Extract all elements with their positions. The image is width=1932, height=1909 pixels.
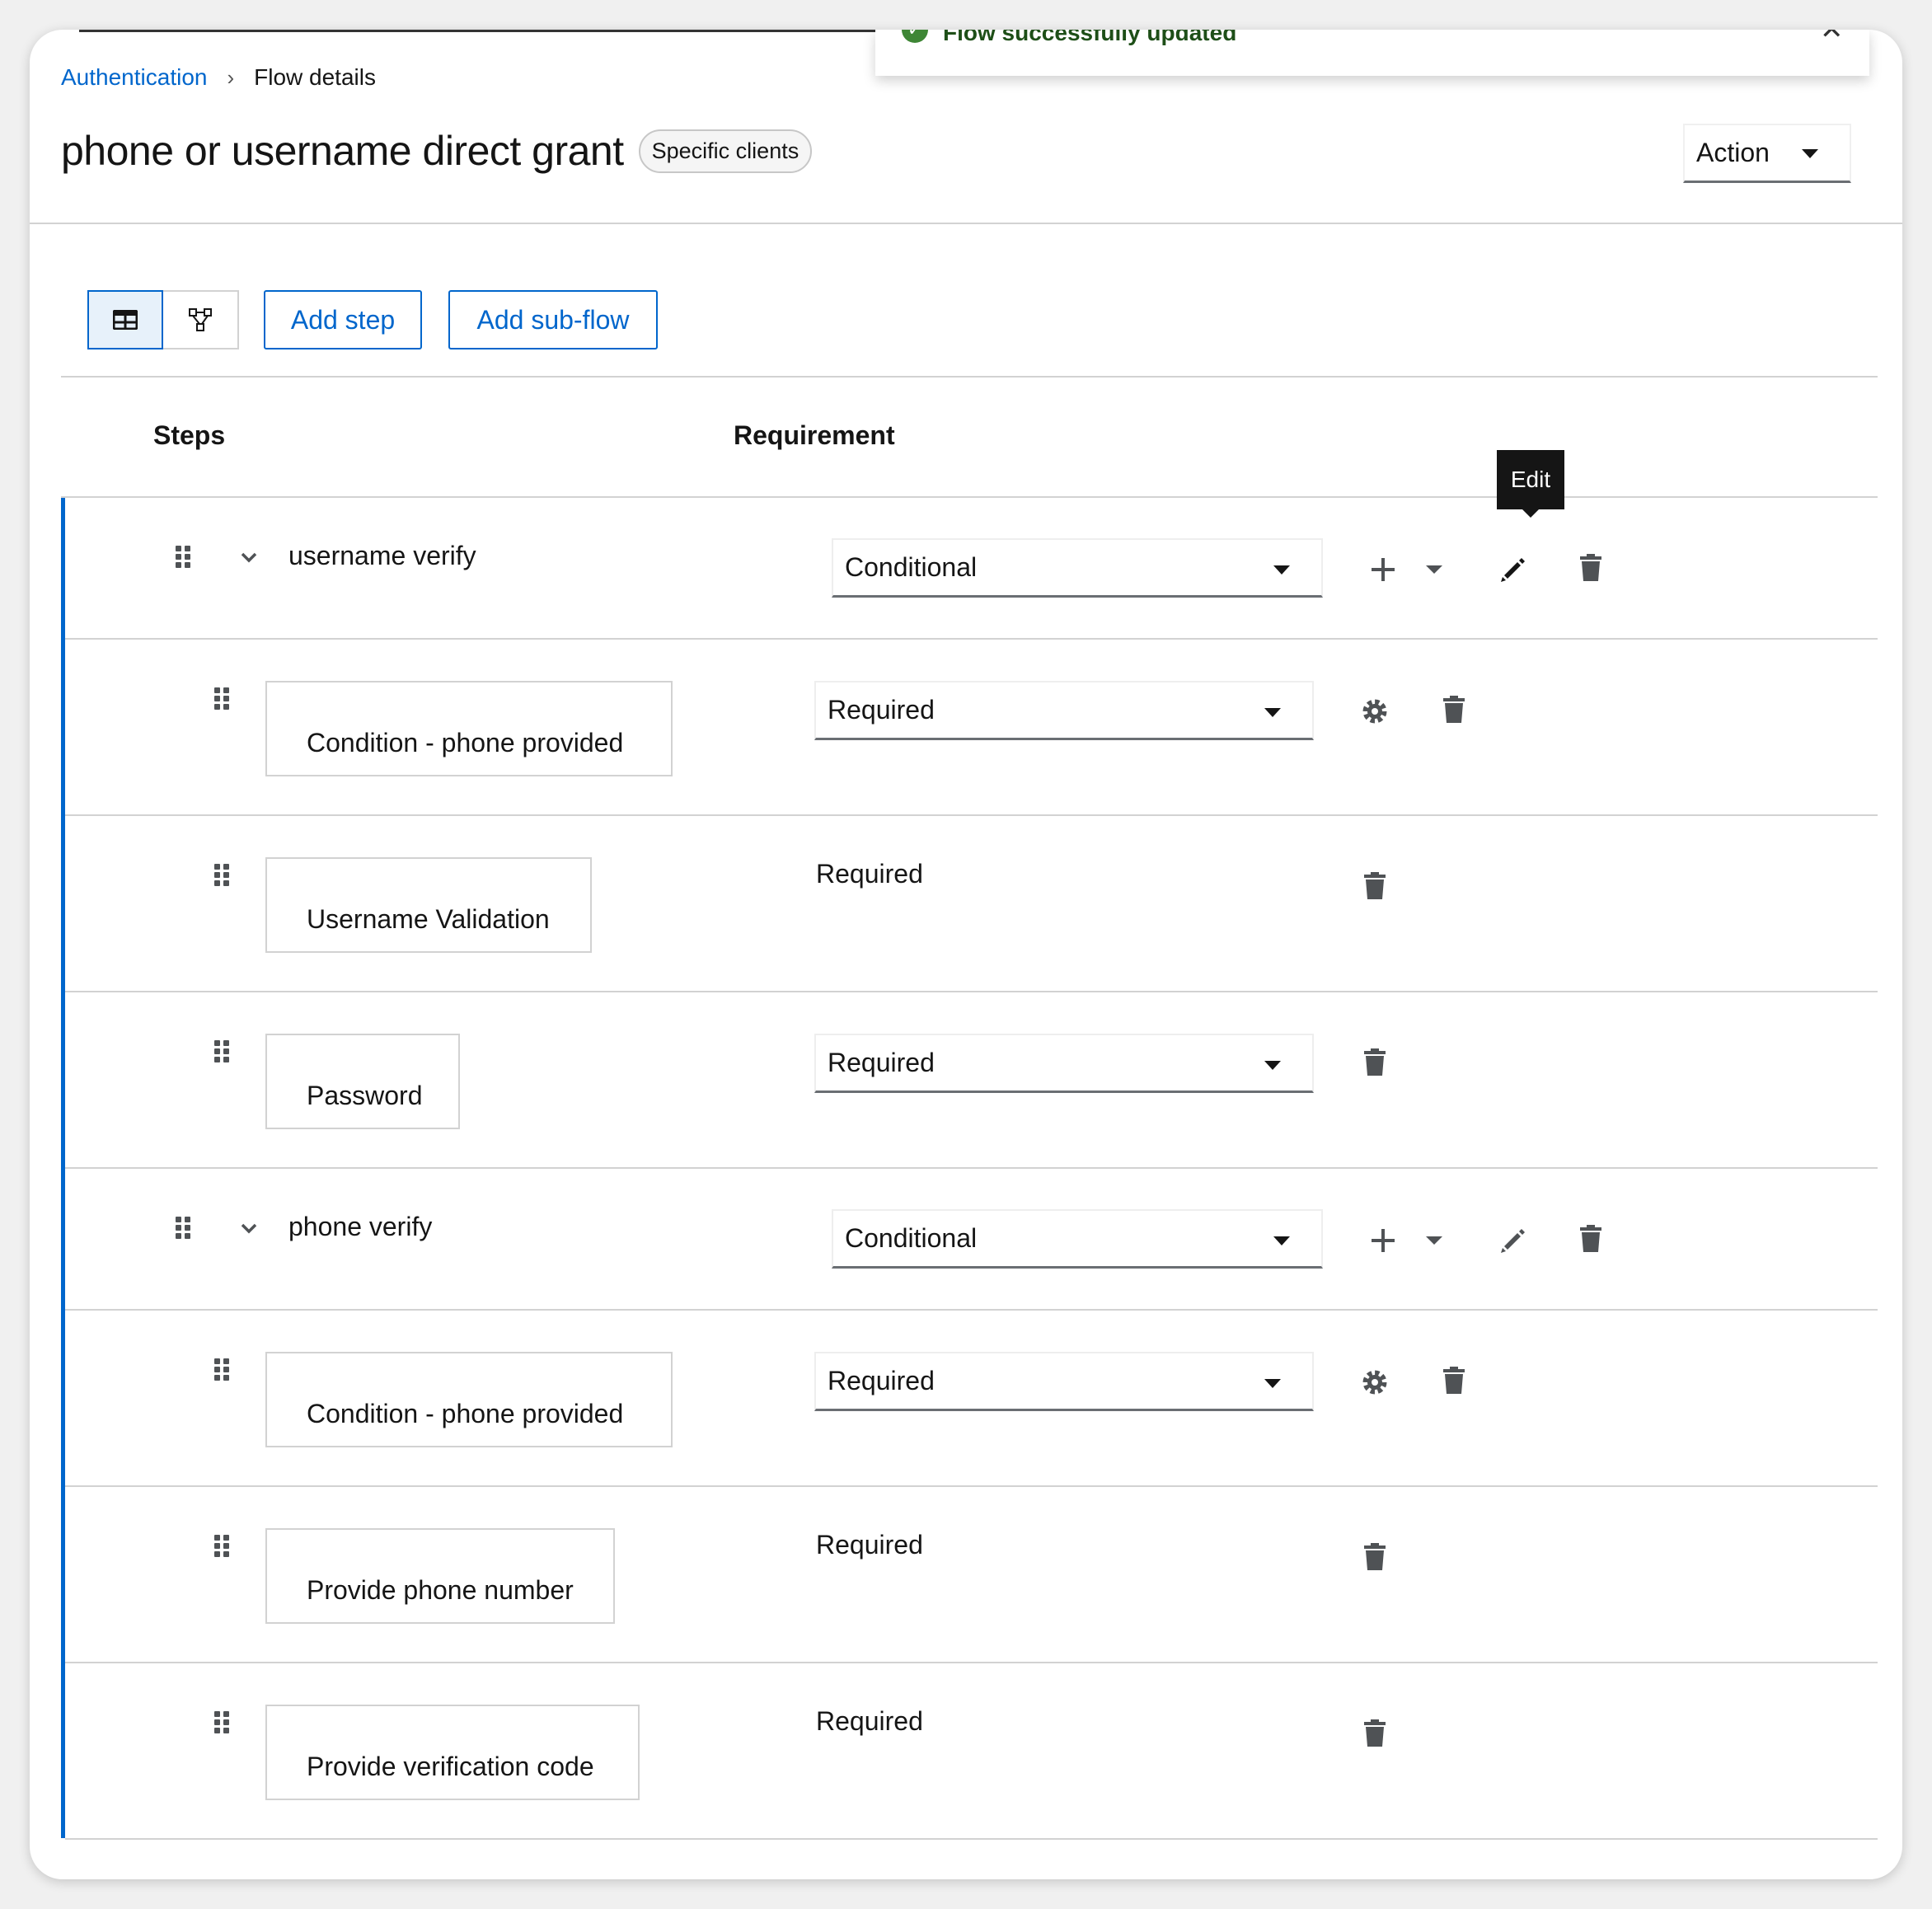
step-name-box: Condition - phone provided xyxy=(265,681,673,776)
requirement-select[interactable]: Conditional xyxy=(832,538,1323,598)
step-name-box: Provide verification code xyxy=(265,1705,640,1800)
trash-icon[interactable] xyxy=(1577,554,1605,582)
trash-icon[interactable] xyxy=(1361,872,1389,900)
drag-handle-icon[interactable] xyxy=(214,1040,231,1063)
step-name: Password xyxy=(307,1081,423,1110)
caret-down-icon xyxy=(1273,1236,1290,1245)
requirement-select[interactable]: Conditional xyxy=(832,1209,1323,1269)
gear-icon[interactable] xyxy=(1361,697,1389,725)
requirement-text: Required xyxy=(816,859,923,889)
toast-message: Flow successfully updated xyxy=(943,30,1237,45)
breadcrumb: Authentication › Flow details xyxy=(61,64,376,91)
flow-details-card: Authentication › Flow details phone or u… xyxy=(30,30,1902,1879)
chevron-down-icon[interactable] xyxy=(239,1218,259,1238)
plus-icon[interactable] xyxy=(1369,1227,1397,1255)
step-name: Condition - phone provided xyxy=(307,1399,624,1428)
requirement-select-value: Required xyxy=(828,695,935,725)
action-dropdown[interactable]: Action xyxy=(1683,124,1851,183)
requirement-select[interactable]: Required xyxy=(814,681,1314,740)
caret-down-icon xyxy=(1264,1061,1281,1070)
step-name-box: Condition - phone provided xyxy=(265,1352,673,1447)
trash-icon[interactable] xyxy=(1361,1543,1389,1571)
drag-handle-icon[interactable] xyxy=(214,864,231,887)
table-row: Username Validation Required xyxy=(65,816,1878,992)
table-row: Password Required xyxy=(65,992,1878,1169)
trash-icon[interactable] xyxy=(1440,696,1468,724)
drag-handle-icon[interactable] xyxy=(176,546,192,569)
success-toast: ✓ Flow successfully updated ✕ xyxy=(875,30,1869,76)
requirement-column-header: Requirement xyxy=(734,420,895,450)
trash-icon[interactable] xyxy=(1361,1719,1389,1747)
table-row: phone verify Conditional xyxy=(65,1169,1878,1311)
topology-icon xyxy=(189,308,212,331)
step-name: Username Validation xyxy=(307,904,550,934)
add-step-button[interactable]: Add step xyxy=(264,290,422,349)
drag-handle-icon[interactable] xyxy=(214,1535,231,1558)
requirement-text: Required xyxy=(816,1706,923,1736)
breadcrumb-authentication-link[interactable]: Authentication xyxy=(61,64,207,91)
caret-down-icon[interactable] xyxy=(1420,1227,1448,1255)
steps-column-header: Steps xyxy=(153,420,226,450)
edit-tooltip: Edit xyxy=(1497,450,1564,518)
requirement-select-value: Required xyxy=(828,1366,935,1395)
caret-down-icon xyxy=(1273,565,1290,575)
trash-icon[interactable] xyxy=(1577,1225,1605,1253)
caret-down-icon[interactable] xyxy=(1420,556,1448,584)
step-name-box: Password xyxy=(265,1034,460,1129)
usage-badge[interactable]: Specific clients xyxy=(638,129,813,173)
requirement-text: Required xyxy=(816,1530,923,1560)
step-name-box: Provide phone number xyxy=(265,1528,615,1624)
table-row: Provide phone number Required xyxy=(65,1487,1878,1663)
table-row: Condition - phone provided Required xyxy=(65,640,1878,816)
requirement-select-value: Conditional xyxy=(845,552,978,582)
trash-icon[interactable] xyxy=(1361,1048,1389,1076)
page-title: phone or username direct grant xyxy=(61,128,624,174)
requirement-select[interactable]: Required xyxy=(814,1034,1314,1093)
caret-down-icon xyxy=(1802,149,1818,158)
table-row: Provide verification code Required xyxy=(65,1663,1878,1840)
pencil-icon[interactable] xyxy=(1499,1227,1527,1255)
step-name: Condition - phone provided xyxy=(307,728,624,758)
close-icon[interactable]: ✕ xyxy=(1820,30,1844,46)
gear-icon[interactable] xyxy=(1361,1368,1389,1396)
requirement-select-value: Required xyxy=(828,1048,935,1077)
requirement-select-value: Conditional xyxy=(845,1223,978,1253)
view-toggle-group xyxy=(87,290,239,349)
requirement-select[interactable]: Required xyxy=(814,1352,1314,1411)
title-row: phone or username direct grant Specific … xyxy=(61,127,813,175)
step-name: Provide verification code xyxy=(307,1752,594,1781)
add-subflow-button[interactable]: Add sub-flow xyxy=(448,290,658,349)
drag-handle-icon[interactable] xyxy=(214,687,231,711)
trash-icon[interactable] xyxy=(1440,1367,1468,1395)
action-dropdown-label: Action xyxy=(1696,138,1770,167)
caret-down-icon xyxy=(1264,1379,1281,1388)
chevron-down-icon[interactable] xyxy=(239,547,259,567)
subflow-name: username verify xyxy=(288,541,476,570)
table-row: username verify Conditional xyxy=(65,498,1878,640)
drag-handle-icon[interactable] xyxy=(176,1217,192,1240)
diagram-view-toggle[interactable] xyxy=(163,290,239,349)
pencil-icon[interactable] xyxy=(1499,556,1527,584)
caret-down-icon xyxy=(1264,708,1281,717)
step-name-box: Username Validation xyxy=(265,857,592,953)
drag-handle-icon[interactable] xyxy=(214,1358,231,1381)
toolbar-divider xyxy=(61,376,1878,378)
header-divider xyxy=(30,223,1902,224)
chevron-right-icon: › xyxy=(227,64,235,90)
plus-icon[interactable] xyxy=(1369,556,1397,584)
table-view-toggle[interactable] xyxy=(87,290,163,349)
step-name: Provide phone number xyxy=(307,1575,574,1605)
table-row: Condition - phone provided Required xyxy=(65,1311,1878,1487)
subflow-name: phone verify xyxy=(288,1212,433,1241)
table-icon xyxy=(113,310,138,330)
check-circle-icon: ✓ xyxy=(902,30,928,43)
breadcrumb-current: Flow details xyxy=(254,64,376,90)
drag-handle-icon[interactable] xyxy=(214,1711,231,1734)
